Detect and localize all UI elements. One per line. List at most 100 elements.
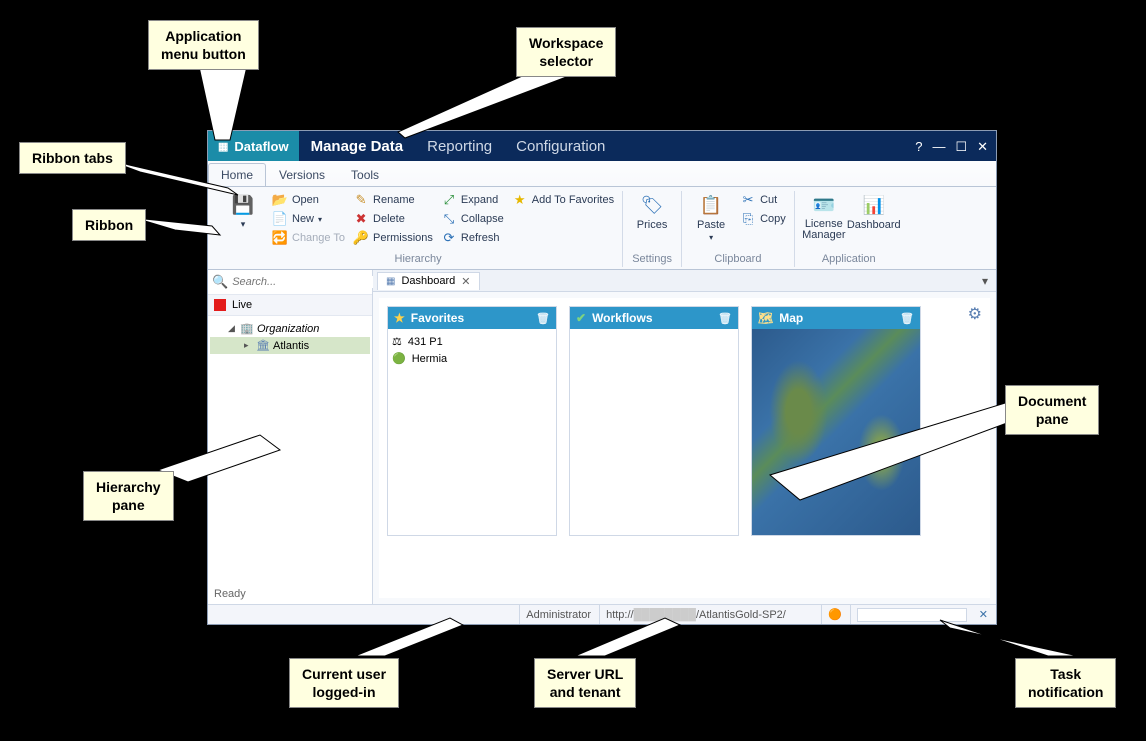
app-menu-button[interactable]: ▦ Dataflow: [208, 131, 299, 161]
field-icon: 🟢: [392, 352, 406, 365]
callout-hierarchy: Hierarchy pane: [83, 471, 174, 521]
tree-node-label: Organization: [257, 323, 319, 335]
expand-icon: ⤢: [441, 192, 457, 208]
card-remove-button[interactable]: 🗑: [536, 312, 550, 325]
group-label-settings: Settings: [629, 253, 675, 265]
change-to-button[interactable]: 🔁Change To: [270, 229, 347, 247]
doc-tab-close-button[interactable]: ✕: [461, 275, 470, 288]
favorite-item[interactable]: ⚖431 P1: [392, 333, 552, 350]
doc-tab-label: Dashboard: [401, 275, 455, 287]
open-button[interactable]: 📂Open: [270, 191, 347, 209]
statusbar: Administrator http://████████/AtlantisGo…: [208, 604, 996, 624]
search-input[interactable]: [232, 276, 375, 288]
app-menu-label: Dataflow: [234, 139, 288, 154]
dashboard-button[interactable]: 📊Dashboard: [851, 191, 897, 233]
cut-icon: ✂: [740, 192, 756, 208]
status-server-url: http://████████/AtlantisGold-SP2/: [599, 605, 819, 624]
ribbon-body: 💾▾ 📂Open 📄New ▾ 🔁Change To ✎Rename ✖Dele…: [208, 186, 996, 269]
maximize-button[interactable]: ☐: [955, 140, 967, 153]
ribbon-group-clipboard: 📋Paste▾ ✂Cut ⎘Copy Clipboard: [682, 191, 795, 267]
tree-toggle-icon[interactable]: ▸: [244, 340, 253, 351]
tree-node-atlantis[interactable]: ▸ 🏛 Atlantis: [210, 337, 370, 354]
dashboard-settings-button[interactable]: ⚙: [968, 304, 982, 324]
permissions-button[interactable]: 🔑Permissions: [351, 229, 435, 247]
rename-button[interactable]: ✎Rename: [351, 191, 435, 209]
cut-button[interactable]: ✂Cut: [738, 191, 788, 209]
ribbon-group-hierarchy: 💾▾ 📂Open 📄New ▾ 🔁Change To ✎Rename ✖Dele…: [214, 191, 623, 267]
live-icon: [214, 299, 226, 311]
ribbon-group-settings: 🏷Prices Settings: [623, 191, 682, 267]
paste-button[interactable]: 📋Paste▾: [688, 191, 734, 244]
app-menu-icon: ▦: [218, 140, 228, 153]
live-indicator[interactable]: Live: [208, 295, 372, 316]
map-image[interactable]: [752, 329, 920, 535]
callout-document: Document pane: [1005, 385, 1099, 435]
hierarchy-pane: 🔍 ▾ ◀ Live ◢ 🏢 Organization ▸ 🏛 Atlantis: [208, 270, 373, 604]
expand-button[interactable]: ⤢Expand: [439, 191, 506, 209]
content-area: 🔍 ▾ ◀ Live ◢ 🏢 Organization ▸ 🏛 Atlantis: [208, 270, 996, 604]
map-icon: 🗺: [758, 311, 773, 325]
tree-toggle-icon[interactable]: ◢: [228, 323, 237, 334]
ribbon-tabs: Home Versions Tools: [208, 161, 996, 186]
open-icon: 📂: [272, 192, 288, 208]
card-title: Map: [779, 311, 803, 325]
workspace-configuration[interactable]: Configuration: [504, 131, 617, 161]
ribbon-tab-tools[interactable]: Tools: [338, 163, 392, 186]
card-remove-button[interactable]: 🗑: [718, 312, 732, 325]
ribbon: Home Versions Tools 💾▾ 📂Open 📄New ▾ 🔁Cha…: [208, 161, 996, 270]
tree-node-organization[interactable]: ◢ 🏢 Organization: [210, 320, 370, 337]
save-button[interactable]: 💾▾: [220, 191, 266, 232]
status-task-notification: [850, 605, 973, 624]
favorites-card: ★ Favorites 🗑 ⚖431 P1 🟢Hermia: [387, 306, 557, 536]
callout-ribbontabs: Ribbon tabs: [19, 142, 126, 174]
prices-icon: 🏷: [640, 193, 664, 217]
help-button[interactable]: ?: [915, 140, 922, 153]
prices-button[interactable]: 🏷Prices: [629, 191, 675, 233]
workspace-manage-data[interactable]: Manage Data: [299, 131, 416, 161]
favorite-item[interactable]: 🟢Hermia: [392, 350, 552, 367]
org-icon: 🏢: [240, 322, 254, 335]
collapse-button[interactable]: ⤡Collapse: [439, 210, 506, 228]
rename-icon: ✎: [353, 192, 369, 208]
close-button[interactable]: ✕: [977, 140, 988, 153]
live-label: Live: [232, 299, 252, 311]
permissions-icon: 🔑: [353, 230, 369, 246]
workspace-selector: Manage Data Reporting Configuration: [299, 131, 618, 161]
group-label-application: Application: [801, 253, 897, 265]
minimize-button[interactable]: —: [932, 140, 945, 153]
status-close-button[interactable]: ✕: [975, 608, 992, 621]
add-favorites-button[interactable]: ★Add To Favorites: [510, 191, 616, 209]
group-label-hierarchy: Hierarchy: [220, 253, 616, 265]
workspace-reporting[interactable]: Reporting: [415, 131, 504, 161]
doc-tab-dashboard[interactable]: ▦ Dashboard ✕: [377, 272, 480, 290]
copy-button[interactable]: ⎘Copy: [738, 210, 788, 228]
delete-button[interactable]: ✖Delete: [351, 210, 435, 228]
callout-task: Task notification: [1015, 658, 1116, 708]
callout-server: Server URL and tenant: [534, 658, 636, 708]
refresh-button[interactable]: ⟳Refresh: [439, 229, 506, 247]
card-title: Workflows: [592, 311, 652, 325]
ribbon-tab-home[interactable]: Home: [208, 163, 266, 186]
card-title: Favorites: [411, 311, 464, 325]
gear-icon: ⚙: [968, 306, 982, 323]
tree-node-label: Atlantis: [273, 340, 309, 352]
document-pane: ▦ Dashboard ✕ ▾ ⚙ ★ Favorites 🗑: [373, 270, 996, 604]
callout-ribbon: Ribbon: [72, 209, 146, 241]
license-manager-button[interactable]: 🪪License Manager: [801, 191, 847, 243]
status-user: Administrator: [519, 605, 597, 624]
collapse-icon: ⤡: [441, 211, 457, 227]
search-icon: 🔍: [212, 274, 228, 290]
doc-tabs-menu-button[interactable]: ▾: [978, 274, 992, 288]
callout-appmenu: Application menu button: [148, 20, 259, 70]
new-button[interactable]: 📄New ▾: [270, 210, 347, 228]
city-icon: 🏛: [256, 339, 270, 352]
change-to-icon: 🔁: [272, 230, 288, 246]
ribbon-tab-versions[interactable]: Versions: [266, 163, 338, 186]
card-remove-button[interactable]: 🗑: [900, 312, 914, 325]
titlebar: ▦ Dataflow Manage Data Reporting Configu…: [208, 131, 996, 161]
license-icon: 🪪: [812, 193, 836, 217]
globe-icon: 🟠: [828, 608, 842, 621]
task-notification-field[interactable]: [857, 608, 967, 622]
window-buttons: ? — ☐ ✕: [907, 131, 996, 161]
ribbon-group-application: 🪪License Manager 📊Dashboard Application: [795, 191, 903, 267]
